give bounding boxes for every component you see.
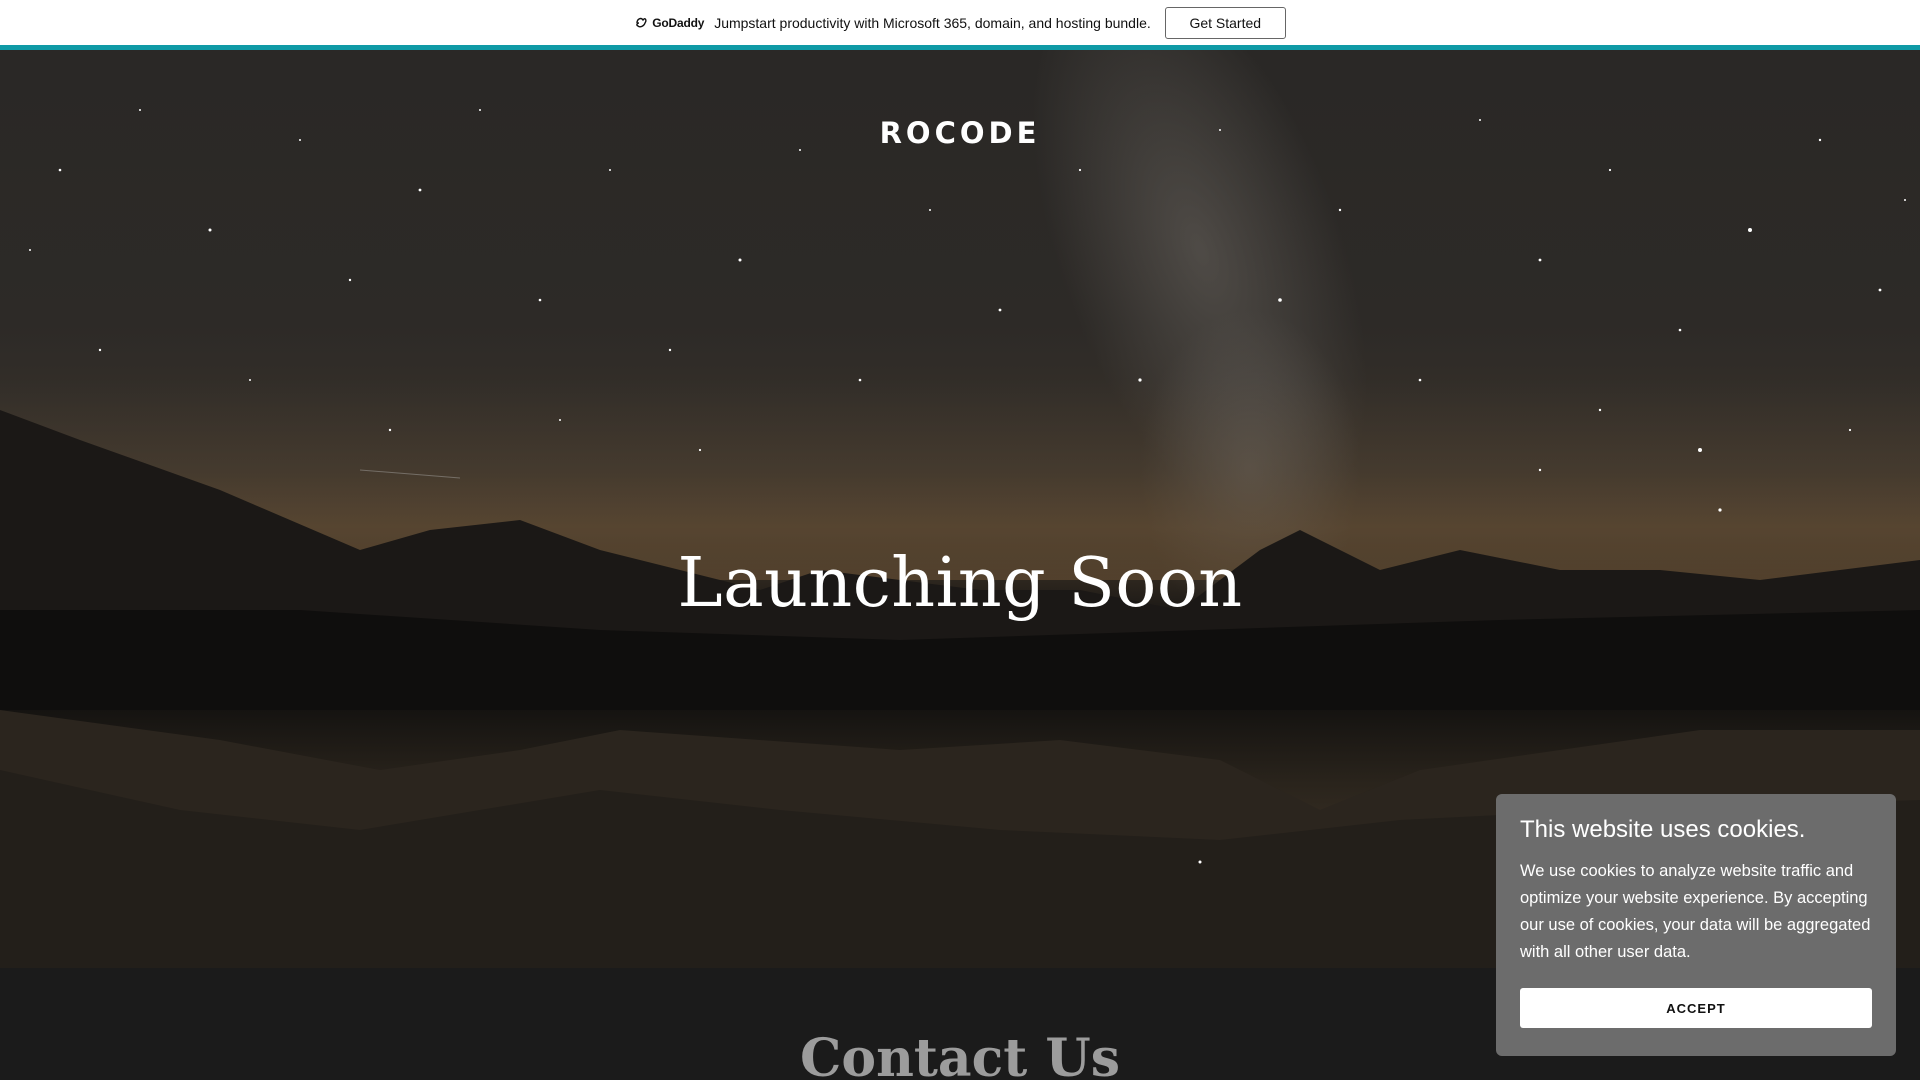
godaddy-logo-icon [636,17,647,27]
hero-heading: Launching Soon [677,544,1243,623]
godaddy-logo[interactable]: GoDaddy [634,16,704,30]
accept-cookies-button[interactable]: ACCEPT [1520,988,1872,1028]
cookie-banner-message: We use cookies to analyze website traffi… [1520,862,1871,961]
promo-message: Jumpstart productivity with Microsoft 36… [714,14,1151,31]
godaddy-logo-text: GoDaddy [652,15,705,30]
cookie-banner: This website uses cookies. We use cookie… [1496,794,1896,1056]
promo-bar: GoDaddy Jumpstart productivity with Micr… [0,0,1920,45]
get-started-button[interactable]: Get Started [1164,6,1286,39]
cookie-banner-title: This website uses cookies. [1520,816,1806,843]
site-title[interactable]: ROCODE [0,116,1920,150]
